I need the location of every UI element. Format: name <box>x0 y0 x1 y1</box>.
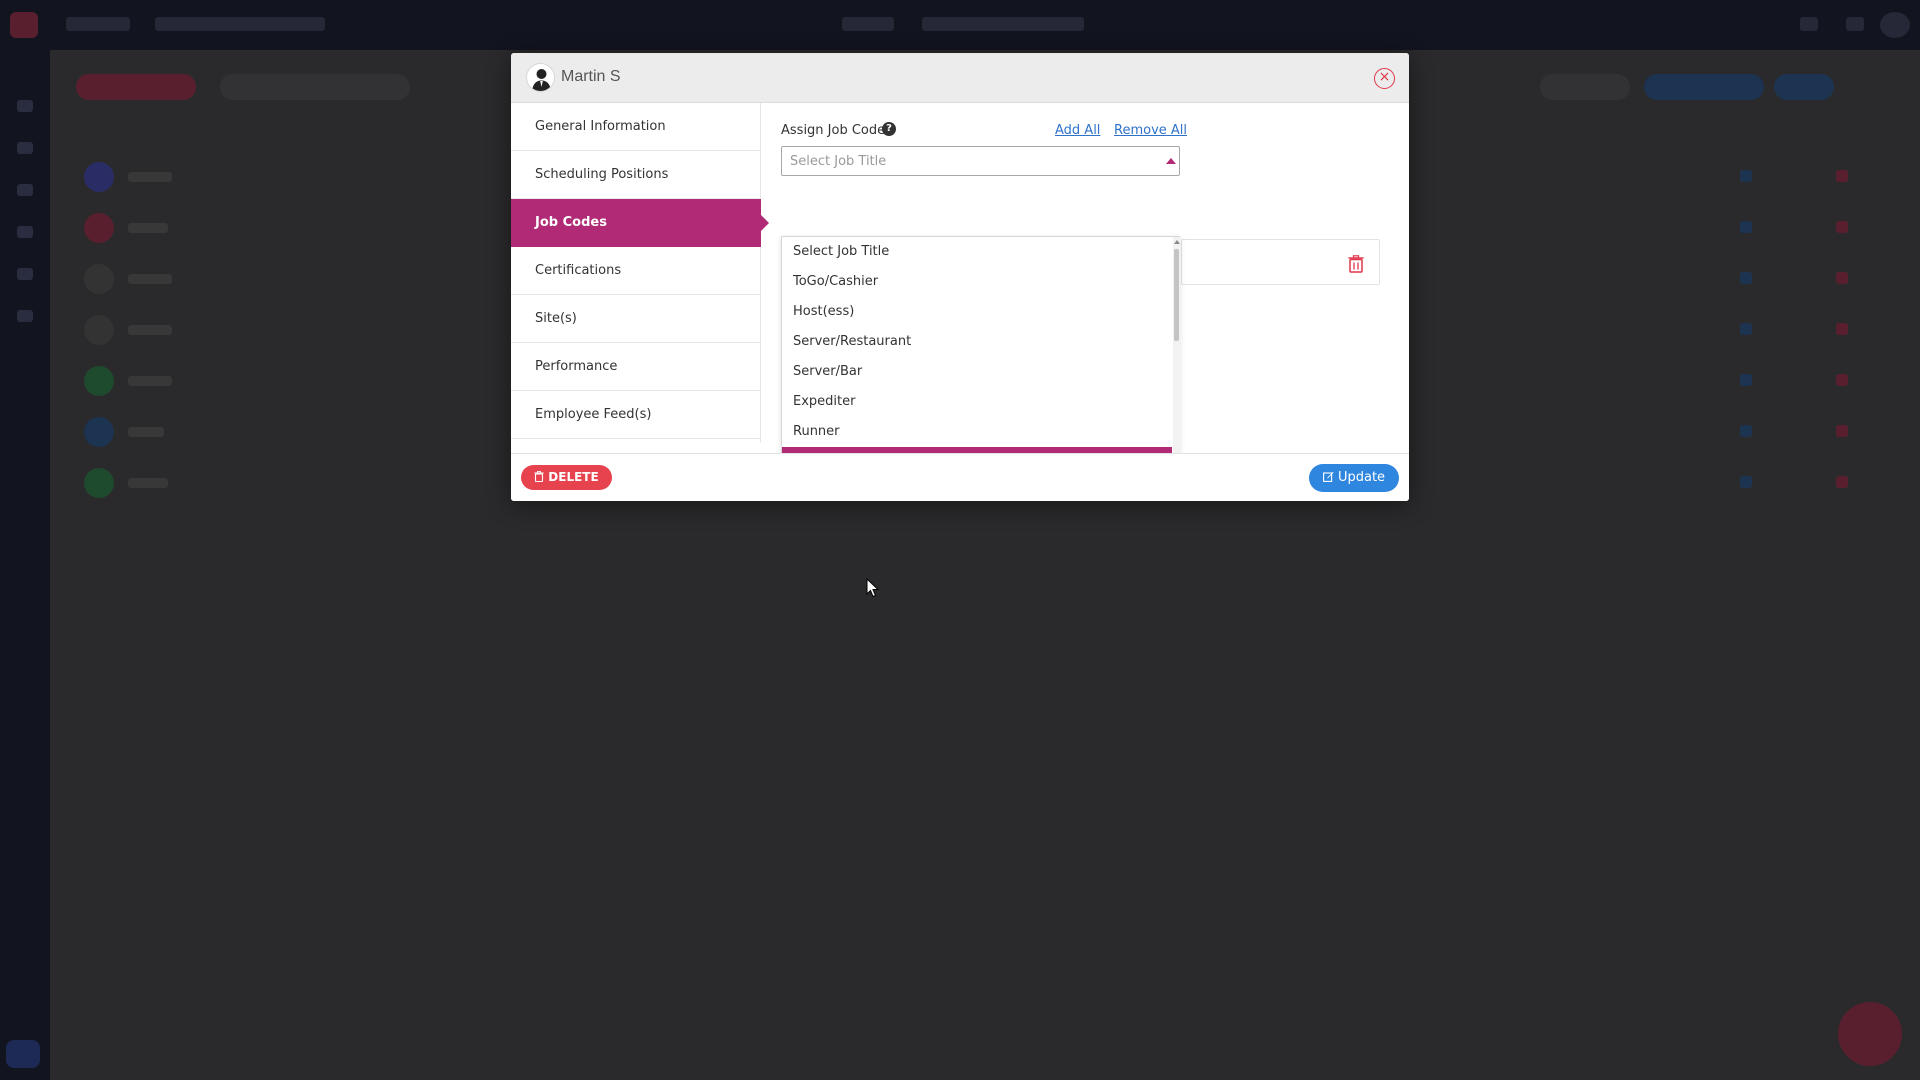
mouse-cursor <box>866 577 880 602</box>
option-server-restaurant[interactable]: Server/Restaurant <box>782 327 1172 357</box>
scroll-up-icon[interactable] <box>1174 240 1180 244</box>
assign-job-codes-label: Assign Job Codes <box>781 123 892 138</box>
modal-nav: General Information Scheduling Positions… <box>511 103 769 443</box>
job-codes-panel: Assign Job Codes ? Add All Remove All Se… <box>761 103 1409 477</box>
bg-action <box>1836 221 1848 233</box>
bg-action <box>1836 425 1848 437</box>
nav-general-information[interactable]: General Information <box>511 103 761 151</box>
add-all-link[interactable]: Add All <box>1055 123 1100 138</box>
nav-certifications[interactable]: Certifications <box>511 247 761 295</box>
bg-row-text <box>128 325 172 335</box>
user-avatar-icon <box>526 63 555 92</box>
bg-row-text <box>128 427 164 437</box>
scroll-thumb[interactable] <box>1174 249 1179 341</box>
bg-action <box>1836 323 1848 335</box>
bg-button <box>1540 74 1630 100</box>
bg-button <box>1644 74 1764 100</box>
remove-all-link[interactable]: Remove All <box>1114 123 1187 138</box>
option-hostess[interactable]: Host(ess) <box>782 297 1172 327</box>
sidebar-icon <box>17 310 33 322</box>
bg-row-text <box>128 223 168 233</box>
bg-row-text <box>128 376 172 386</box>
update-button[interactable]: Update <box>1309 464 1399 492</box>
option-expediter[interactable]: Expediter <box>782 387 1172 417</box>
sidebar-icon <box>17 100 33 112</box>
sidebar-icon <box>17 268 33 280</box>
bg-action <box>1740 272 1752 284</box>
topbar-item <box>842 17 894 31</box>
delete-button-label: DELETE <box>548 470 599 484</box>
assigned-job-code-card <box>1181 239 1380 285</box>
option-runner[interactable]: Runner <box>782 417 1172 447</box>
topbar-item <box>66 17 130 31</box>
bg-button <box>1774 74 1834 100</box>
bg-button <box>76 74 196 100</box>
trash-icon[interactable] <box>1348 255 1364 273</box>
close-icon[interactable]: × <box>1374 68 1395 89</box>
topbar-item <box>1846 17 1864 31</box>
nav-sites[interactable]: Site(s) <box>511 295 761 343</box>
employee-modal: Martin S × General Information Schedulin… <box>511 53 1409 501</box>
delete-icon <box>534 471 544 482</box>
option-server-bar[interactable]: Server/Bar <box>782 357 1172 387</box>
chat-launcher <box>1838 1002 1902 1066</box>
bg-avatar <box>84 417 114 447</box>
topbar-avatar <box>1880 12 1910 38</box>
bg-action <box>1740 221 1752 233</box>
chevron-up-icon[interactable] <box>1166 158 1176 164</box>
update-button-label: Update <box>1337 470 1386 485</box>
app-logo <box>10 12 38 38</box>
bg-avatar <box>84 264 114 294</box>
bg-avatar <box>84 213 114 243</box>
help-icon[interactable]: ? <box>882 122 896 136</box>
bg-action <box>1836 170 1848 182</box>
option-togo-cashier[interactable]: ToGo/Cashier <box>782 267 1172 297</box>
modal-title: Martin S <box>561 68 621 85</box>
sidebar-icon <box>17 184 33 196</box>
job-title-select[interactable] <box>781 146 1180 176</box>
app-sidebar <box>0 50 50 1080</box>
bg-action <box>1836 374 1848 386</box>
topbar-item <box>155 17 325 31</box>
bg-corner-badge <box>6 1040 40 1068</box>
bg-row-text <box>128 274 172 284</box>
edit-icon <box>1323 472 1334 482</box>
sidebar-icon <box>17 142 33 154</box>
bg-action <box>1836 476 1848 488</box>
bg-action <box>1740 170 1752 182</box>
job-title-dropdown: Select Job Title ToGo/Cashier Host(ess) … <box>781 236 1181 477</box>
dropdown-scrollbar[interactable] <box>1173 237 1181 475</box>
app-topbar <box>0 0 1920 50</box>
bg-action <box>1836 272 1848 284</box>
bg-button <box>220 74 410 100</box>
bg-action <box>1740 425 1752 437</box>
modal-footer: DELETE Update <box>511 453 1409 501</box>
nav-job-codes[interactable]: Job Codes <box>511 199 769 247</box>
nav-employee-feeds[interactable]: Employee Feed(s) <box>511 391 761 439</box>
bg-action <box>1740 476 1752 488</box>
topbar-item <box>1800 17 1818 31</box>
bg-row-text <box>128 172 172 182</box>
bg-avatar <box>84 468 114 498</box>
nav-scheduling-positions[interactable]: Scheduling Positions <box>511 151 761 199</box>
bg-action <box>1740 323 1752 335</box>
bg-action <box>1740 374 1752 386</box>
option-select-job-title[interactable]: Select Job Title <box>782 237 1172 267</box>
modal-header: Martin S × <box>511 53 1409 103</box>
topbar-item <box>922 17 1084 31</box>
delete-button[interactable]: DELETE <box>521 465 612 490</box>
bg-avatar <box>84 315 114 345</box>
bg-avatar <box>84 366 114 396</box>
bg-row-text <box>128 478 168 488</box>
nav-performance[interactable]: Performance <box>511 343 761 391</box>
bg-avatar <box>84 162 114 192</box>
job-title-search-input[interactable] <box>790 153 1130 169</box>
sidebar-icon <box>17 226 33 238</box>
